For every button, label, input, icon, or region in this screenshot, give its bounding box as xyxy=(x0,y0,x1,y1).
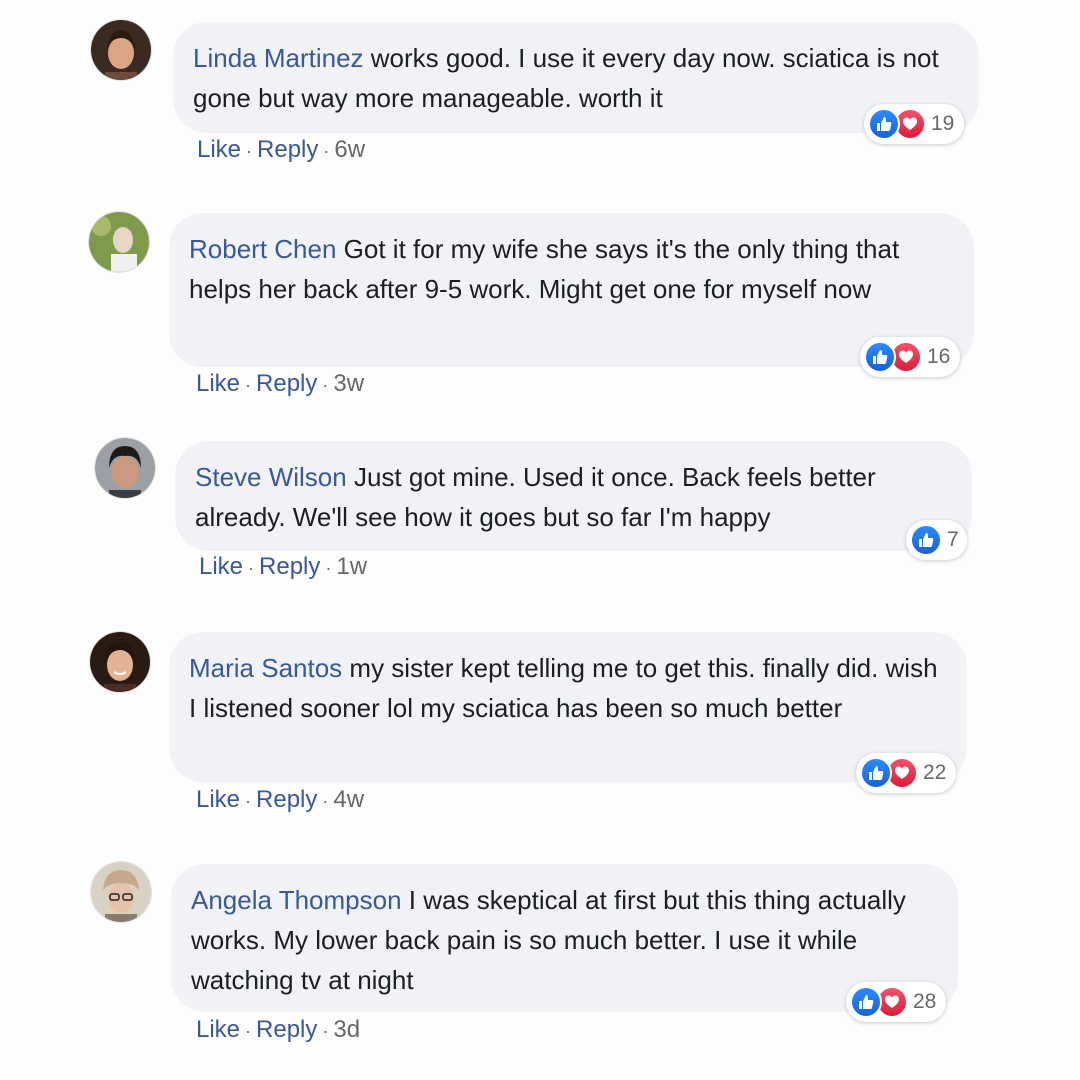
comment-time[interactable]: 6w xyxy=(334,136,365,163)
like-link[interactable]: Like xyxy=(199,553,243,580)
reaction-count: 22 xyxy=(923,761,947,784)
separator-dot: · xyxy=(245,791,252,811)
reaction-count: 7 xyxy=(947,528,959,551)
reactions-badge[interactable]: 19 xyxy=(864,104,965,144)
comment-author[interactable]: Robert Chen xyxy=(189,234,336,264)
reaction-count: 28 xyxy=(913,990,937,1013)
separator-dot: · xyxy=(322,1021,329,1041)
comment-author[interactable]: Linda Martinez xyxy=(193,43,364,73)
comment-bubble: Linda Martinez works good. I use it ever… xyxy=(173,22,979,133)
comment-bubble: Steve Wilson Just got mine. Used it once… xyxy=(175,441,972,551)
reply-link[interactable]: Reply xyxy=(256,1016,317,1043)
comment-time[interactable]: 3w xyxy=(333,370,364,397)
comment-bubble: Robert Chen Got it for my wife she says … xyxy=(169,213,974,367)
separator-dot: · xyxy=(245,375,252,395)
comment-time[interactable]: 1w xyxy=(336,553,367,580)
separator-dot: · xyxy=(246,141,253,161)
reaction-count: 19 xyxy=(931,112,955,135)
like-link[interactable]: Like xyxy=(196,786,240,813)
comment-actions: Like · Reply · 6w xyxy=(197,135,365,166)
comment-actions: Like · Reply · 3w xyxy=(196,369,364,400)
separator-dot: · xyxy=(325,558,332,578)
reactions-badge[interactable]: 16 xyxy=(860,337,961,377)
avatar[interactable] xyxy=(90,632,150,692)
avatar[interactable] xyxy=(91,20,151,80)
comment-bubble: Maria Santos my sister kept telling me t… xyxy=(169,632,967,782)
reply-link[interactable]: Reply xyxy=(256,370,317,397)
avatar[interactable] xyxy=(91,862,151,922)
reply-link[interactable]: Reply xyxy=(259,553,320,580)
thumbs-up-icon xyxy=(910,524,942,556)
comment-actions: Like · Reply · 3d xyxy=(196,1015,360,1046)
like-link[interactable]: Like xyxy=(196,370,240,397)
thumbs-up-icon xyxy=(868,108,900,140)
comment-author[interactable]: Maria Santos xyxy=(189,653,342,683)
avatar[interactable] xyxy=(89,212,149,272)
comment-author[interactable]: Angela Thompson xyxy=(191,885,402,915)
reply-link[interactable]: Reply xyxy=(257,136,318,163)
reply-link[interactable]: Reply xyxy=(256,786,317,813)
like-link[interactable]: Like xyxy=(196,1016,240,1043)
reaction-count: 16 xyxy=(927,345,951,368)
thumbs-up-icon xyxy=(860,757,892,789)
separator-dot: · xyxy=(322,375,329,395)
avatar[interactable] xyxy=(95,438,155,498)
comment-time[interactable]: 3d xyxy=(333,1016,360,1043)
reactions-badge[interactable]: 22 xyxy=(856,753,957,793)
thumbs-up-icon xyxy=(850,986,882,1018)
separator-dot: · xyxy=(323,141,330,161)
reactions-badge[interactable]: 7 xyxy=(906,520,967,560)
like-link[interactable]: Like xyxy=(197,136,241,163)
separator-dot: · xyxy=(322,791,329,811)
comment-time[interactable]: 4w xyxy=(333,786,364,813)
comment-author[interactable]: Steve Wilson xyxy=(195,462,347,492)
separator-dot: · xyxy=(245,1021,252,1041)
thumbs-up-icon xyxy=(864,341,896,373)
reactions-badge[interactable]: 28 xyxy=(846,982,947,1022)
comment-actions: Like · Reply · 4w xyxy=(196,785,364,816)
comment-bubble: Angela Thompson I was skeptical at first… xyxy=(171,864,958,1012)
separator-dot: · xyxy=(248,558,255,578)
comment-actions: Like · Reply · 1w xyxy=(199,552,367,583)
